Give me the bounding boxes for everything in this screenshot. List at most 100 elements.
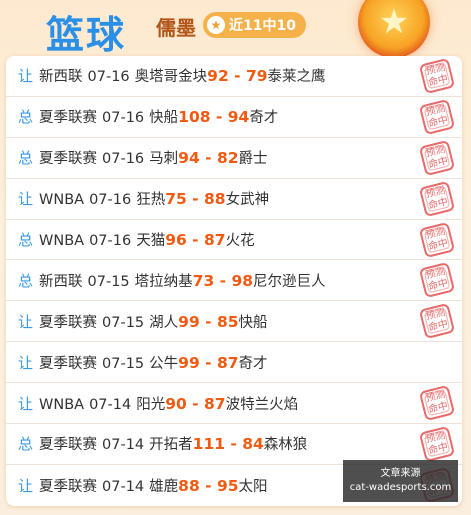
stamp-line1: 预测 <box>424 307 447 323</box>
stamp-line1: 预测 <box>424 61 447 78</box>
away-team: 太阳 <box>238 478 268 495</box>
match-score: 90 - 87 <box>165 394 226 413</box>
away-team: 波特兰火焰 <box>225 396 299 413</box>
page-title: 篮球 <box>46 13 127 57</box>
match-date: 07-16 <box>89 192 132 209</box>
list-item[interactable]: 总新西联 07-15 塔拉纳基73 - 98尼尔逊巨人 预测 命中 <box>6 260 462 302</box>
away-team: 女武神 <box>225 192 270 209</box>
match-info: WNBA 07-14 阳光90 - 87波特兰火焰 <box>39 393 298 414</box>
match-score: 99 - 85 <box>178 312 239 331</box>
star-icon: ★ <box>207 16 225 34</box>
match-date: 07-14 <box>89 396 132 413</box>
match-date: 07-16 <box>89 233 132 249</box>
author-name[interactable]: 儒墨 <box>156 12 196 41</box>
medal-icon: ★ <box>358 0 430 58</box>
match-score: 73 - 98 <box>192 271 254 290</box>
list-item[interactable]: 总夏季联赛 07-14 开拓者111 - 84森林狼 预测 命中 <box>6 424 462 465</box>
league-name: 夏季联赛 <box>39 437 98 454</box>
home-team: 公牛 <box>149 355 179 372</box>
away-team: 爵士 <box>238 151 268 168</box>
list-item[interactable]: 让 WNBA 07-14 阳光90 - 87波特兰火焰 预测 命中 <box>6 383 462 425</box>
list-item[interactable]: 总夏季联赛 07-16 快船108 - 94奇才 预测 命中 <box>6 97 462 138</box>
home-team: 快船 <box>149 110 179 127</box>
list-item[interactable]: 让夏季联赛 07-15 公牛99 - 87奇才 <box>6 342 462 384</box>
match-info: 夏季联赛 07-16 快船108 - 94奇才 <box>39 106 278 127</box>
stamp-line2: 命中 <box>427 155 450 171</box>
home-team: 阳光 <box>136 396 166 413</box>
list-item[interactable]: 让 WNBA 07-16 狂热75 - 88女武神 预测 命中 <box>6 179 462 220</box>
match-date: 07-16 <box>87 69 130 86</box>
medal-star-icon: ★ <box>378 2 410 42</box>
list-item[interactable]: 总夏季联赛 07-16 马刺94 - 82爵士 预测 命中 <box>6 138 462 179</box>
header: 篮球 儒墨 ★ 近11中10 ★ <box>0 0 471 58</box>
stamp-line1: 预测 <box>424 143 447 160</box>
watermark-line1: 文章来源 <box>380 468 421 479</box>
home-team: 奥塔哥金块 <box>134 69 208 86</box>
league-name: 夏季联赛 <box>39 478 98 495</box>
hit-stamp-icon: 预测命中 <box>418 57 456 95</box>
watermark-line2: cat-wadesports.com <box>349 482 452 493</box>
stamp-line2: 命中 <box>427 114 450 130</box>
league-name: WNBA <box>39 233 85 249</box>
stamp-line1: 预测 <box>424 389 447 405</box>
league-name: 夏季联赛 <box>39 110 98 127</box>
prediction-list: 让新西联 07-16 奥塔哥金块92 - 79泰莱之鹰 预测 命中总夏季联赛 07-16 快… <box>6 56 462 506</box>
badge-label: 近11中10 <box>229 18 296 34</box>
stamp-line1: 预测 <box>424 102 447 119</box>
home-team: 马刺 <box>149 151 179 168</box>
match-score: 88 - 95 <box>178 476 239 495</box>
bet-type-tag: 让 <box>18 394 34 413</box>
stamp-line1: 预测 <box>424 184 447 201</box>
league-name: WNBA <box>39 396 85 413</box>
league-name: WNBA <box>39 192 85 209</box>
league-name: 新西联 <box>39 69 83 86</box>
match-score: 99 - 87 <box>178 353 239 372</box>
bet-type-tag: 让 <box>18 312 34 331</box>
bet-type-tag: 总 <box>18 149 34 168</box>
match-date: 07-16 <box>102 151 145 168</box>
bet-type-tag: 让 <box>18 190 34 209</box>
match-date: 07-15 <box>102 314 145 331</box>
hit-stamp-icon: 预测命中 <box>418 384 456 422</box>
home-team: 开拓者 <box>149 437 193 454</box>
hit-stamp-icon: 预测命中 <box>418 303 456 340</box>
home-team: 塔拉纳基 <box>134 273 193 290</box>
stamp-line2: 命中 <box>427 73 450 90</box>
match-info: 夏季联赛 07-14 雄鹿88 - 95太阳 <box>39 475 268 496</box>
match-date: 07-14 <box>102 437 145 454</box>
list-item[interactable]: 让夏季联赛 07-15 湖人99 - 85快船 预测 命中 <box>6 301 462 343</box>
league-name: 夏季联赛 <box>39 314 98 331</box>
away-team: 森林狼 <box>263 437 308 454</box>
match-score: 94 - 82 <box>178 149 239 168</box>
league-name: 夏季联赛 <box>39 355 98 372</box>
stamp-line1: 预测 <box>424 225 447 242</box>
away-team: 泰莱之鹰 <box>267 69 326 86</box>
match-date: 07-15 <box>87 273 130 290</box>
list-item[interactable]: 总 WNBA 07-16 天猫96 - 87火花 预测 命中 <box>6 220 462 261</box>
away-team: 快船 <box>238 314 268 331</box>
stamp-line2: 命中 <box>427 400 450 417</box>
stamp-line2: 命中 <box>427 237 450 253</box>
away-team: 火花 <box>225 233 255 249</box>
bet-type-tag: 总 <box>18 231 34 249</box>
stamp-line2: 命中 <box>427 278 450 294</box>
bet-type-tag: 总 <box>18 271 34 290</box>
list-item[interactable]: 让新西联 07-16 奥塔哥金块92 - 79泰莱之鹰 预测 命中 <box>6 56 462 97</box>
stamp-line1: 预测 <box>424 266 447 282</box>
home-team: 天猫 <box>136 233 166 249</box>
match-score: 75 - 88 <box>165 190 226 209</box>
match-score: 111 - 84 <box>192 435 264 454</box>
match-date: 07-16 <box>102 110 145 127</box>
match-info: WNBA 07-16 天猫96 - 87火花 <box>39 229 255 250</box>
stamp-line2: 命中 <box>427 318 450 335</box>
match-date: 07-15 <box>102 355 145 372</box>
bet-type-tag: 总 <box>18 435 34 454</box>
match-info: 新西联 07-16 奥塔哥金块92 - 79泰莱之鹰 <box>39 65 326 86</box>
match-info: 夏季联赛 07-15 湖人99 - 85快船 <box>39 311 268 332</box>
away-team: 奇才 <box>249 110 279 127</box>
hit-stamp-icon: 预测命中 <box>418 98 456 136</box>
stamp-line2: 命中 <box>427 196 450 212</box>
match-info: WNBA 07-16 狂热75 - 88女武神 <box>39 188 269 209</box>
away-team: 奇才 <box>238 355 268 372</box>
match-date: 07-14 <box>102 478 145 495</box>
